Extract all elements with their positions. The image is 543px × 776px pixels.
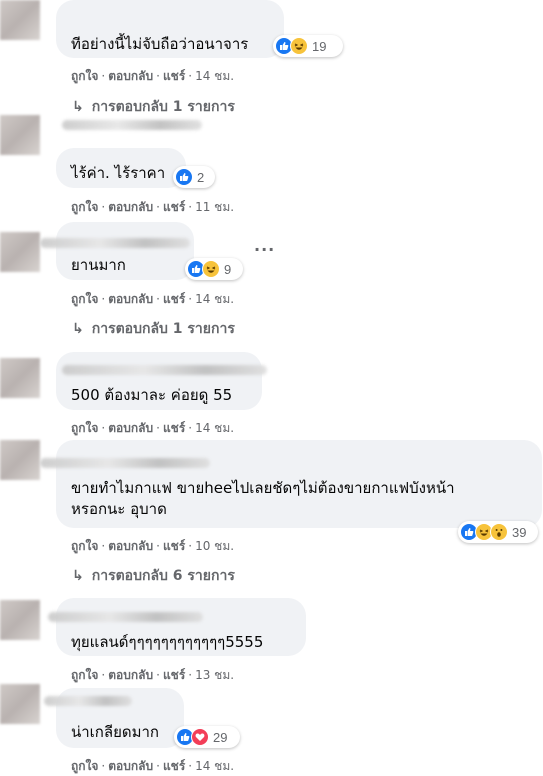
timestamp[interactable]: 13 ชม. — [195, 668, 234, 682]
comment-text: ขายทำไมกาแฟ ขายheeไปเลยชัดๆไม่ต้องขายกาแ… — [71, 479, 455, 497]
reaction-count: 2 — [197, 169, 205, 185]
view-replies-link[interactable]: ↳ การตอบกลับ 1 รายการ — [72, 96, 235, 118]
like-link[interactable]: ถูกใจ — [71, 200, 98, 214]
comment-text: 500 ต้องมาละ ค่อยดู 55 — [71, 386, 233, 404]
comment-text: หรอกนะ อุบาด — [71, 500, 167, 518]
share-link[interactable]: แชร์ — [163, 539, 185, 553]
share-link[interactable]: แชร์ — [163, 200, 185, 214]
like-link[interactable]: ถูกใจ — [71, 421, 98, 435]
haha-icon — [202, 260, 220, 278]
avatar[interactable] — [0, 440, 40, 480]
avatar[interactable] — [0, 232, 40, 272]
reaction-summary[interactable]: 29 — [174, 726, 240, 748]
reaction-count: 19 — [312, 38, 327, 54]
share-link[interactable]: แชร์ — [163, 668, 185, 682]
like-link[interactable]: ถูกใจ — [71, 539, 98, 553]
commenter-name[interactable] — [48, 612, 203, 622]
reply-link[interactable]: ตอบกลับ — [108, 200, 153, 214]
reaction-summary[interactable]: 19 — [273, 35, 343, 57]
reply-arrow-icon: ↳ — [72, 321, 84, 337]
comment-actions: ถูกใจ · ตอบกลับ · แชร์ · 14 ชม. — [71, 759, 235, 773]
comment-actions: ถูกใจ · ตอบกลับ · แชร์ · 10 ชม. — [71, 539, 235, 553]
like-link[interactable]: ถูกใจ — [71, 69, 98, 83]
reply-link[interactable]: ตอบกลับ — [108, 668, 153, 682]
avatar[interactable] — [0, 0, 40, 40]
commenter-name[interactable] — [62, 120, 202, 130]
comment-text: ยานมาก — [71, 256, 126, 274]
reaction-count: 29 — [213, 729, 228, 745]
share-link[interactable]: แชร์ — [163, 292, 185, 306]
comment-text: น่าเกลียดมาก — [71, 723, 160, 741]
reaction-summary[interactable]: 39 — [458, 521, 538, 543]
avatar[interactable] — [0, 684, 40, 724]
reply-arrow-icon: ↳ — [72, 99, 84, 115]
wow-icon — [490, 523, 508, 541]
timestamp[interactable]: 11 ชม. — [195, 200, 234, 214]
commenter-name[interactable] — [40, 458, 210, 468]
like-icon — [175, 168, 193, 186]
reaction-count: 9 — [224, 261, 232, 277]
comment-text: ทุยแลนด์ๆๆๆๆๆๆๆๆๆๆๆๆ5555 — [71, 633, 264, 651]
reaction-summary[interactable]: 9 — [185, 258, 243, 280]
reply-link[interactable]: ตอบกลับ — [108, 292, 153, 306]
reply-link[interactable]: ตอบกลับ — [108, 539, 153, 553]
haha-icon — [290, 37, 308, 55]
comment-text: ไร้ค่า. ไร้ราคา — [71, 164, 166, 182]
timestamp[interactable]: 10 ชม. — [195, 539, 234, 553]
comment-text: ทีอย่างนี้ไม่จับถือว่าอนาจาร — [71, 35, 249, 53]
comment-actions: ถูกใจ · ตอบกลับ · แชร์ · 14 ชม. — [71, 292, 235, 306]
timestamp[interactable]: 14 ชม. — [195, 69, 234, 83]
like-link[interactable]: ถูกใจ — [71, 668, 98, 682]
reply-link[interactable]: ตอบกลับ — [108, 69, 153, 83]
share-link[interactable]: แชร์ — [163, 69, 185, 83]
comment-actions: ถูกใจ · ตอบกลับ · แชร์ · 11 ชม. — [71, 200, 235, 214]
avatar[interactable] — [0, 358, 40, 398]
commenter-name[interactable] — [40, 238, 190, 248]
avatar[interactable] — [0, 600, 40, 640]
view-replies-link[interactable]: ↳ การตอบกลับ 1 รายการ — [72, 318, 235, 340]
reaction-count: 39 — [512, 524, 527, 540]
reply-link[interactable]: ตอบกลับ — [108, 421, 153, 435]
timestamp[interactable]: 14 ชม. — [195, 421, 234, 435]
comment-actions: ถูกใจ · ตอบกลับ · แชร์ · 14 ชม. — [71, 69, 235, 83]
commenter-name[interactable] — [62, 365, 267, 375]
comment-actions: ถูกใจ · ตอบกลับ · แชร์ · 13 ชม. — [71, 668, 235, 682]
more-options-icon[interactable]: ··· — [254, 240, 275, 259]
love-icon — [191, 728, 209, 746]
view-replies-link[interactable]: ↳ การตอบกลับ 6 รายการ — [72, 565, 235, 587]
comment-actions: ถูกใจ · ตอบกลับ · แชร์ · 14 ชม. — [71, 421, 235, 435]
reaction-summary[interactable]: 2 — [173, 166, 215, 188]
like-link[interactable]: ถูกใจ — [71, 292, 98, 306]
reply-arrow-icon: ↳ — [72, 568, 84, 584]
commenter-name[interactable] — [44, 696, 132, 706]
avatar[interactable] — [0, 115, 40, 155]
timestamp[interactable]: 14 ชม. — [195, 292, 234, 306]
share-link[interactable]: แชร์ — [163, 421, 185, 435]
